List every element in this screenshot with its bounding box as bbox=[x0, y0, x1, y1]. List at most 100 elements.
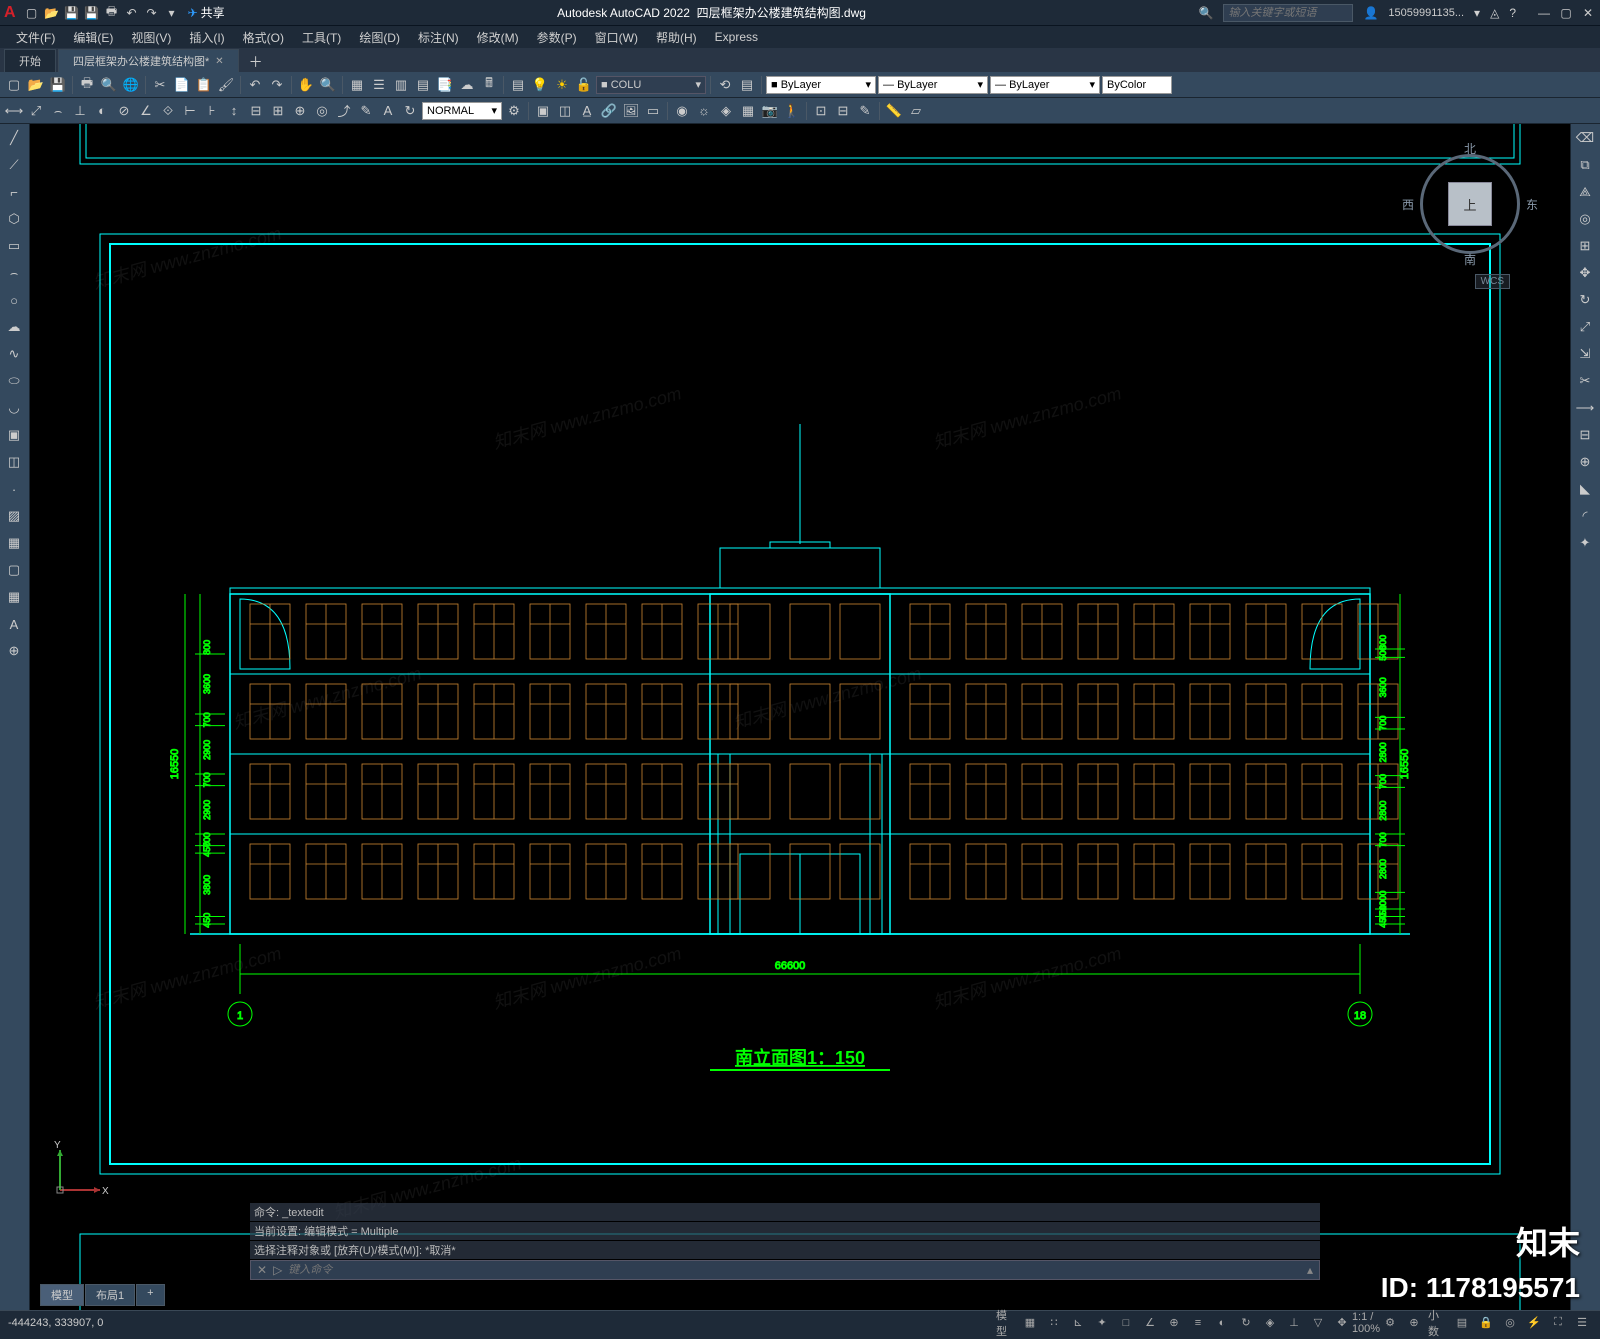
save-icon[interactable]: 💾 bbox=[64, 5, 80, 21]
clean-screen-icon[interactable]: ⛶ bbox=[1548, 1314, 1568, 1332]
redo-icon[interactable]: ↷ bbox=[267, 75, 287, 95]
xref-icon[interactable]: 🔗 bbox=[599, 101, 619, 121]
layer-icon[interactable]: ▤ bbox=[508, 75, 528, 95]
dyn-input-icon[interactable]: ⊕ bbox=[1164, 1314, 1184, 1332]
measure-icon[interactable]: 📏 bbox=[884, 101, 904, 121]
new-icon[interactable]: ▢ bbox=[24, 5, 40, 21]
fillet-icon[interactable]: ◜ bbox=[1573, 504, 1597, 528]
command-input[interactable] bbox=[288, 1264, 1301, 1276]
dim-diameter-icon[interactable]: ⊘ bbox=[114, 101, 134, 121]
calc-icon[interactable]: 🖩 bbox=[479, 75, 499, 95]
osnap-icon[interactable]: □ bbox=[1116, 1314, 1136, 1332]
mirror-icon[interactable]: ⟁ bbox=[1573, 180, 1597, 204]
quick-props-icon[interactable]: ▤ bbox=[1452, 1314, 1472, 1332]
dim-continue-icon[interactable]: ⊦ bbox=[202, 101, 222, 121]
region-icon[interactable]: ▢ bbox=[2, 558, 26, 582]
layout-add[interactable]: + bbox=[136, 1284, 164, 1306]
viewcube-west[interactable]: 西 bbox=[1402, 196, 1414, 213]
menu-param[interactable]: 参数(P) bbox=[529, 27, 585, 48]
viewcube-south[interactable]: 南 bbox=[1464, 251, 1476, 268]
properties-icon[interactable]: ☰ bbox=[369, 75, 389, 95]
insert-icon[interactable]: ▣ bbox=[533, 101, 553, 121]
gizmo-icon[interactable]: ✥ bbox=[1332, 1314, 1352, 1332]
selection-filter-icon[interactable]: ▽ bbox=[1308, 1314, 1328, 1332]
hatch-icon[interactable]: ▨ bbox=[2, 504, 26, 528]
lwt-icon[interactable]: ≡ bbox=[1188, 1314, 1208, 1332]
linetype-selector[interactable]: — ByLayer▾ bbox=[990, 76, 1100, 94]
color-selector[interactable]: ■ ByLayer▾ bbox=[766, 76, 876, 94]
tab-document[interactable]: 四层框架办公楼建筑结构图*✕ bbox=[58, 49, 239, 72]
open-icon[interactable]: 📂 bbox=[26, 75, 46, 95]
close-tab-icon[interactable]: ✕ bbox=[215, 56, 223, 67]
dim-arc-icon[interactable]: ⌢ bbox=[48, 101, 68, 121]
save-icon[interactable]: 💾 bbox=[48, 75, 68, 95]
edit-group-icon[interactable]: ✎ bbox=[855, 101, 875, 121]
menu-view[interactable]: 视图(V) bbox=[123, 27, 179, 48]
join-icon[interactable]: ⊕ bbox=[1573, 450, 1597, 474]
dim-aligned-icon[interactable]: ⤢ bbox=[26, 101, 46, 121]
layer-state-icon[interactable]: ▤ bbox=[737, 75, 757, 95]
layer-freeze-icon[interactable]: ☀ bbox=[552, 75, 572, 95]
erase-icon[interactable]: ⌫ bbox=[1573, 126, 1597, 150]
group-icon[interactable]: ⊡ bbox=[811, 101, 831, 121]
ellipse-arc-icon[interactable]: ◡ bbox=[2, 396, 26, 420]
viewcube-top[interactable]: 上 bbox=[1448, 182, 1492, 226]
rectangle-icon[interactable]: ▭ bbox=[2, 234, 26, 258]
menu-modify[interactable]: 修改(M) bbox=[469, 27, 527, 48]
search-icon[interactable]: 🔍 bbox=[1198, 6, 1213, 20]
move-icon[interactable]: ✥ bbox=[1573, 261, 1597, 285]
dim-break-icon[interactable]: ⊟ bbox=[246, 101, 266, 121]
units-label[interactable]: 小数 bbox=[1428, 1314, 1448, 1332]
menu-file[interactable]: 文件(F) bbox=[8, 27, 63, 48]
explode-icon[interactable]: ✦ bbox=[1573, 531, 1597, 555]
qat-dropdown-icon[interactable]: ▾ bbox=[164, 5, 180, 21]
line-icon[interactable]: ╱ bbox=[2, 126, 26, 150]
make-block-icon[interactable]: ◫ bbox=[2, 450, 26, 474]
drawing-canvas[interactable]: 知末网 www.znzmo.com 知末网 www.znzmo.com 知末网 … bbox=[30, 124, 1570, 1310]
help-icon[interactable]: ? bbox=[1509, 6, 1516, 20]
autodesk-icon[interactable]: ◬ bbox=[1490, 6, 1499, 20]
ortho-icon[interactable]: ⊾ bbox=[1068, 1314, 1088, 1332]
layer-prev-icon[interactable]: ⟲ bbox=[715, 75, 735, 95]
grid-icon[interactable]: ▦ bbox=[1020, 1314, 1040, 1332]
polygon-icon[interactable]: ⬡ bbox=[2, 207, 26, 231]
image-icon[interactable]: 🖼 bbox=[621, 101, 641, 121]
offset-icon[interactable]: ◎ bbox=[1573, 207, 1597, 231]
lineweight-selector[interactable]: — ByLayer▾ bbox=[878, 76, 988, 94]
saveas-icon[interactable]: 💾 bbox=[84, 5, 100, 21]
customize-icon[interactable]: ☰ bbox=[1572, 1314, 1592, 1332]
dim-angular-icon[interactable]: ∠ bbox=[136, 101, 156, 121]
dim-edit-icon[interactable]: ✎ bbox=[356, 101, 376, 121]
menu-window[interactable]: 窗口(W) bbox=[587, 27, 646, 48]
block-icon[interactable]: ◫ bbox=[555, 101, 575, 121]
new-tab-button[interactable]: ＋ bbox=[241, 52, 271, 72]
maximize-button[interactable]: ▢ bbox=[1558, 5, 1574, 21]
copy-icon[interactable]: 📄 bbox=[172, 75, 192, 95]
annotation-monitor-icon[interactable]: ⊕ bbox=[1404, 1314, 1424, 1332]
dyn-ucs-icon[interactable]: ⊥ bbox=[1284, 1314, 1304, 1332]
share-button[interactable]: ✈ 共享 bbox=[188, 4, 225, 21]
menu-tools[interactable]: 工具(T) bbox=[294, 27, 349, 48]
viewcube-north[interactable]: 北 bbox=[1464, 140, 1476, 157]
pan-icon[interactable]: ✋ bbox=[296, 75, 316, 95]
trim-icon[interactable]: ✂ bbox=[1573, 369, 1597, 393]
layer-lock-icon[interactable]: 🔓 bbox=[574, 75, 594, 95]
search-input[interactable] bbox=[1223, 4, 1353, 22]
markup-icon[interactable]: ☁ bbox=[457, 75, 477, 95]
new-icon[interactable]: ▢ bbox=[4, 75, 24, 95]
layer-selector[interactable]: ■ COLU▾ bbox=[596, 76, 706, 94]
isolate-icon[interactable]: ◎ bbox=[1500, 1314, 1520, 1332]
layout-1[interactable]: 布局1 bbox=[85, 1284, 135, 1306]
viewcube-east[interactable]: 东 bbox=[1526, 196, 1538, 213]
dim-ordinate-icon[interactable]: ⊥ bbox=[70, 101, 90, 121]
extend-icon[interactable]: ⟶ bbox=[1573, 396, 1597, 420]
undo-icon[interactable]: ↶ bbox=[124, 5, 140, 21]
menu-insert[interactable]: 插入(I) bbox=[181, 27, 232, 48]
preview-icon[interactable]: 🔍 bbox=[99, 75, 119, 95]
toolpalette-icon[interactable]: ▤ bbox=[413, 75, 433, 95]
scale-icon[interactable]: ⤢ bbox=[1573, 315, 1597, 339]
lock-ui-icon[interactable]: 🔒 bbox=[1476, 1314, 1496, 1332]
dim-baseline-icon[interactable]: ⊢ bbox=[180, 101, 200, 121]
annotation-scale[interactable]: 1:1 / 100% bbox=[1356, 1314, 1376, 1332]
menu-format[interactable]: 格式(O) bbox=[235, 27, 292, 48]
